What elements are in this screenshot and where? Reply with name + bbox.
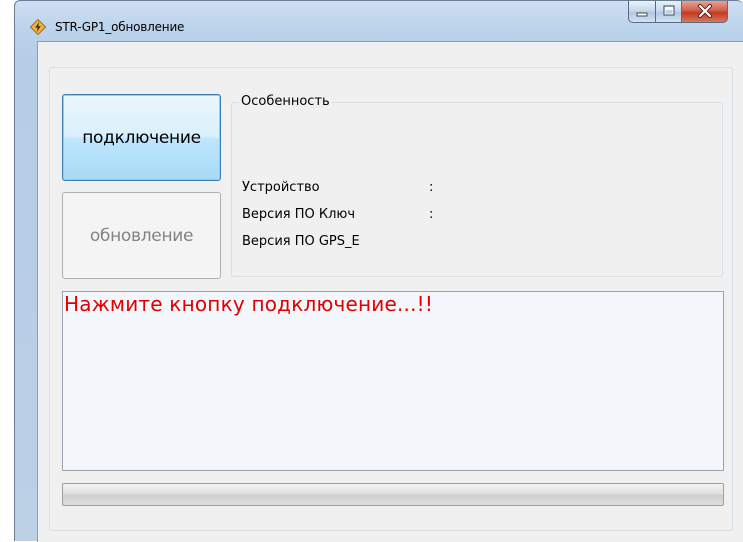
caption-buttons [628, 1, 728, 23]
window-title: STR-GP1_обновление [55, 20, 185, 34]
maximize-button[interactable] [656, 1, 682, 23]
connect-button[interactable]: подключение [62, 94, 221, 181]
app-icon[interactable] [29, 18, 47, 36]
key-version-colon: : [429, 207, 434, 222]
device-colon: : [429, 180, 434, 195]
client-area: подключение обновление Особенность Устро… [37, 41, 743, 542]
log-message: Нажмите кнопку подключение...!! [64, 292, 434, 316]
gps-version-label: Версия ПО GPS_E [242, 234, 360, 249]
close-button[interactable] [682, 1, 728, 23]
app-window: STR-GP1_обновление подключение обновлени… [14, 0, 743, 542]
device-label: Устройство [242, 180, 320, 195]
log-textbox[interactable]: Нажмите кнопку подключение...!! [62, 291, 724, 471]
title-bar[interactable]: STR-GP1_обновление [15, 1, 743, 41]
minimize-button[interactable] [628, 1, 656, 23]
update-button[interactable]: обновление [62, 192, 221, 279]
info-group-title: Особенность [239, 94, 332, 109]
progress-bar [62, 483, 724, 506]
key-version-label: Версия ПО Ключ [242, 207, 356, 222]
